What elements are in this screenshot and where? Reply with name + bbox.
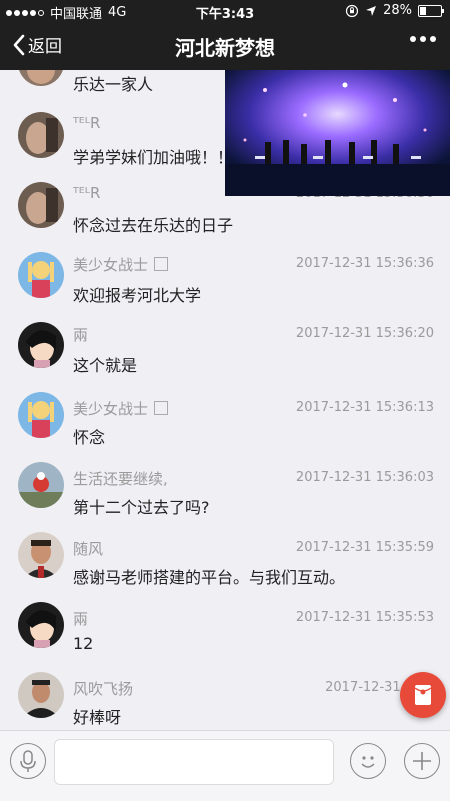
emoji-button[interactable] xyxy=(350,743,386,779)
message-text: 12 xyxy=(73,634,94,653)
message-item: 兩 2017-12-31 15:36:20 这个就是 xyxy=(0,322,450,392)
battery-level xyxy=(420,6,426,15)
avatar[interactable] xyxy=(18,322,64,368)
avatar[interactable] xyxy=(18,602,64,648)
status-right: 28% xyxy=(345,3,444,18)
microphone-icon xyxy=(20,750,36,772)
avatar[interactable] xyxy=(18,532,64,578)
sender-name: 兩 xyxy=(73,326,89,344)
message-text: 学弟学妹们加油哦！！ xyxy=(73,148,234,167)
sender-name: 风吹飞扬 xyxy=(73,680,134,698)
page-title: 河北新梦想 xyxy=(175,36,275,60)
avatar[interactable] xyxy=(18,462,64,508)
message-item: 美少女战士 2017-12-31 15:36:36 欢迎报考河北大学 xyxy=(0,252,450,322)
message-text: 感谢马老师搭建的平台。与我们互动。 xyxy=(73,568,346,587)
smiley-icon xyxy=(361,756,375,768)
input-bar xyxy=(0,730,450,801)
sender-name: 生活还要继续, xyxy=(73,470,168,488)
message-text: 怀念 xyxy=(73,428,106,447)
message-text: 好棒呀 xyxy=(73,708,122,727)
red-packet-icon xyxy=(414,685,432,705)
badge-box-icon xyxy=(154,257,169,271)
message-text: 这个就是 xyxy=(73,356,138,375)
voice-input-button[interactable] xyxy=(10,743,46,779)
message-text: 怀念过去在乐达的日子 xyxy=(73,216,234,235)
message-item: 风吹飞扬 2017-12-31 15:3 好棒呀 xyxy=(0,672,450,730)
stage-performance-image xyxy=(225,70,450,196)
battery-icon xyxy=(418,4,444,17)
more-dots-icon[interactable] xyxy=(410,36,436,42)
avatar[interactable] xyxy=(18,112,64,158)
video-thumbnail[interactable] xyxy=(225,70,450,196)
avatar[interactable] xyxy=(18,182,64,228)
location-arrow-icon xyxy=(366,5,377,16)
battery-percent: 28% xyxy=(383,3,412,18)
message-time: 2017-12-31 15:36:03 xyxy=(295,470,434,485)
avatar[interactable] xyxy=(18,70,64,86)
message-item: 兩 2017-12-31 15:35:53 12 xyxy=(0,602,450,672)
more-actions-button[interactable] xyxy=(404,743,440,779)
sender-name: ᵀᴱᴸR xyxy=(73,184,101,202)
avatar[interactable] xyxy=(18,252,64,298)
sender-name: 随风 xyxy=(73,540,104,558)
sender-name: 兩 xyxy=(73,610,89,628)
sender-name-text: 美少女战士 xyxy=(73,400,149,418)
avatar[interactable] xyxy=(18,672,64,718)
message-text: 第十二个过去了吗? xyxy=(73,498,210,517)
sender-name: 美少女战士 xyxy=(73,398,169,419)
message-text: 欢迎报考河北大学 xyxy=(73,286,202,305)
sender-name: 美少女战士 xyxy=(73,254,169,275)
rotation-lock-icon xyxy=(345,4,359,17)
plus-icon xyxy=(413,752,431,770)
red-packet-button[interactable] xyxy=(400,672,446,718)
message-time: 2017-12-31 15:36:20 xyxy=(295,326,434,341)
nav-bar: 返回 河北新梦想 xyxy=(0,22,450,70)
message-time: 2017-12-31 15:36:13 xyxy=(295,400,434,415)
message-text: 乐达一家人 xyxy=(73,75,154,94)
message-time: 2017-12-31 15:35:59 xyxy=(295,540,434,555)
badge-box-icon xyxy=(154,401,169,415)
avatar[interactable] xyxy=(18,392,64,438)
message-time: 2017-12-31 15:35:53 xyxy=(295,610,434,625)
sender-name-text: 美少女战士 xyxy=(73,256,149,274)
message-item: 随风 2017-12-31 15:35:59 感谢马老师搭建的平台。与我们互动。 xyxy=(0,532,450,602)
message-item: 美少女战士 2017-12-31 15:36:13 怀念 xyxy=(0,392,450,462)
status-bar: 中国联通 4G 下午3:43 28% xyxy=(0,0,450,22)
sender-name: ᵀᴱᴸR xyxy=(73,114,101,132)
message-item: 生活还要继续, 2017-12-31 15:36:03 第十二个过去了吗? xyxy=(0,462,450,532)
message-input[interactable] xyxy=(54,739,334,785)
message-time: 2017-12-31 15:36:36 xyxy=(295,256,434,271)
